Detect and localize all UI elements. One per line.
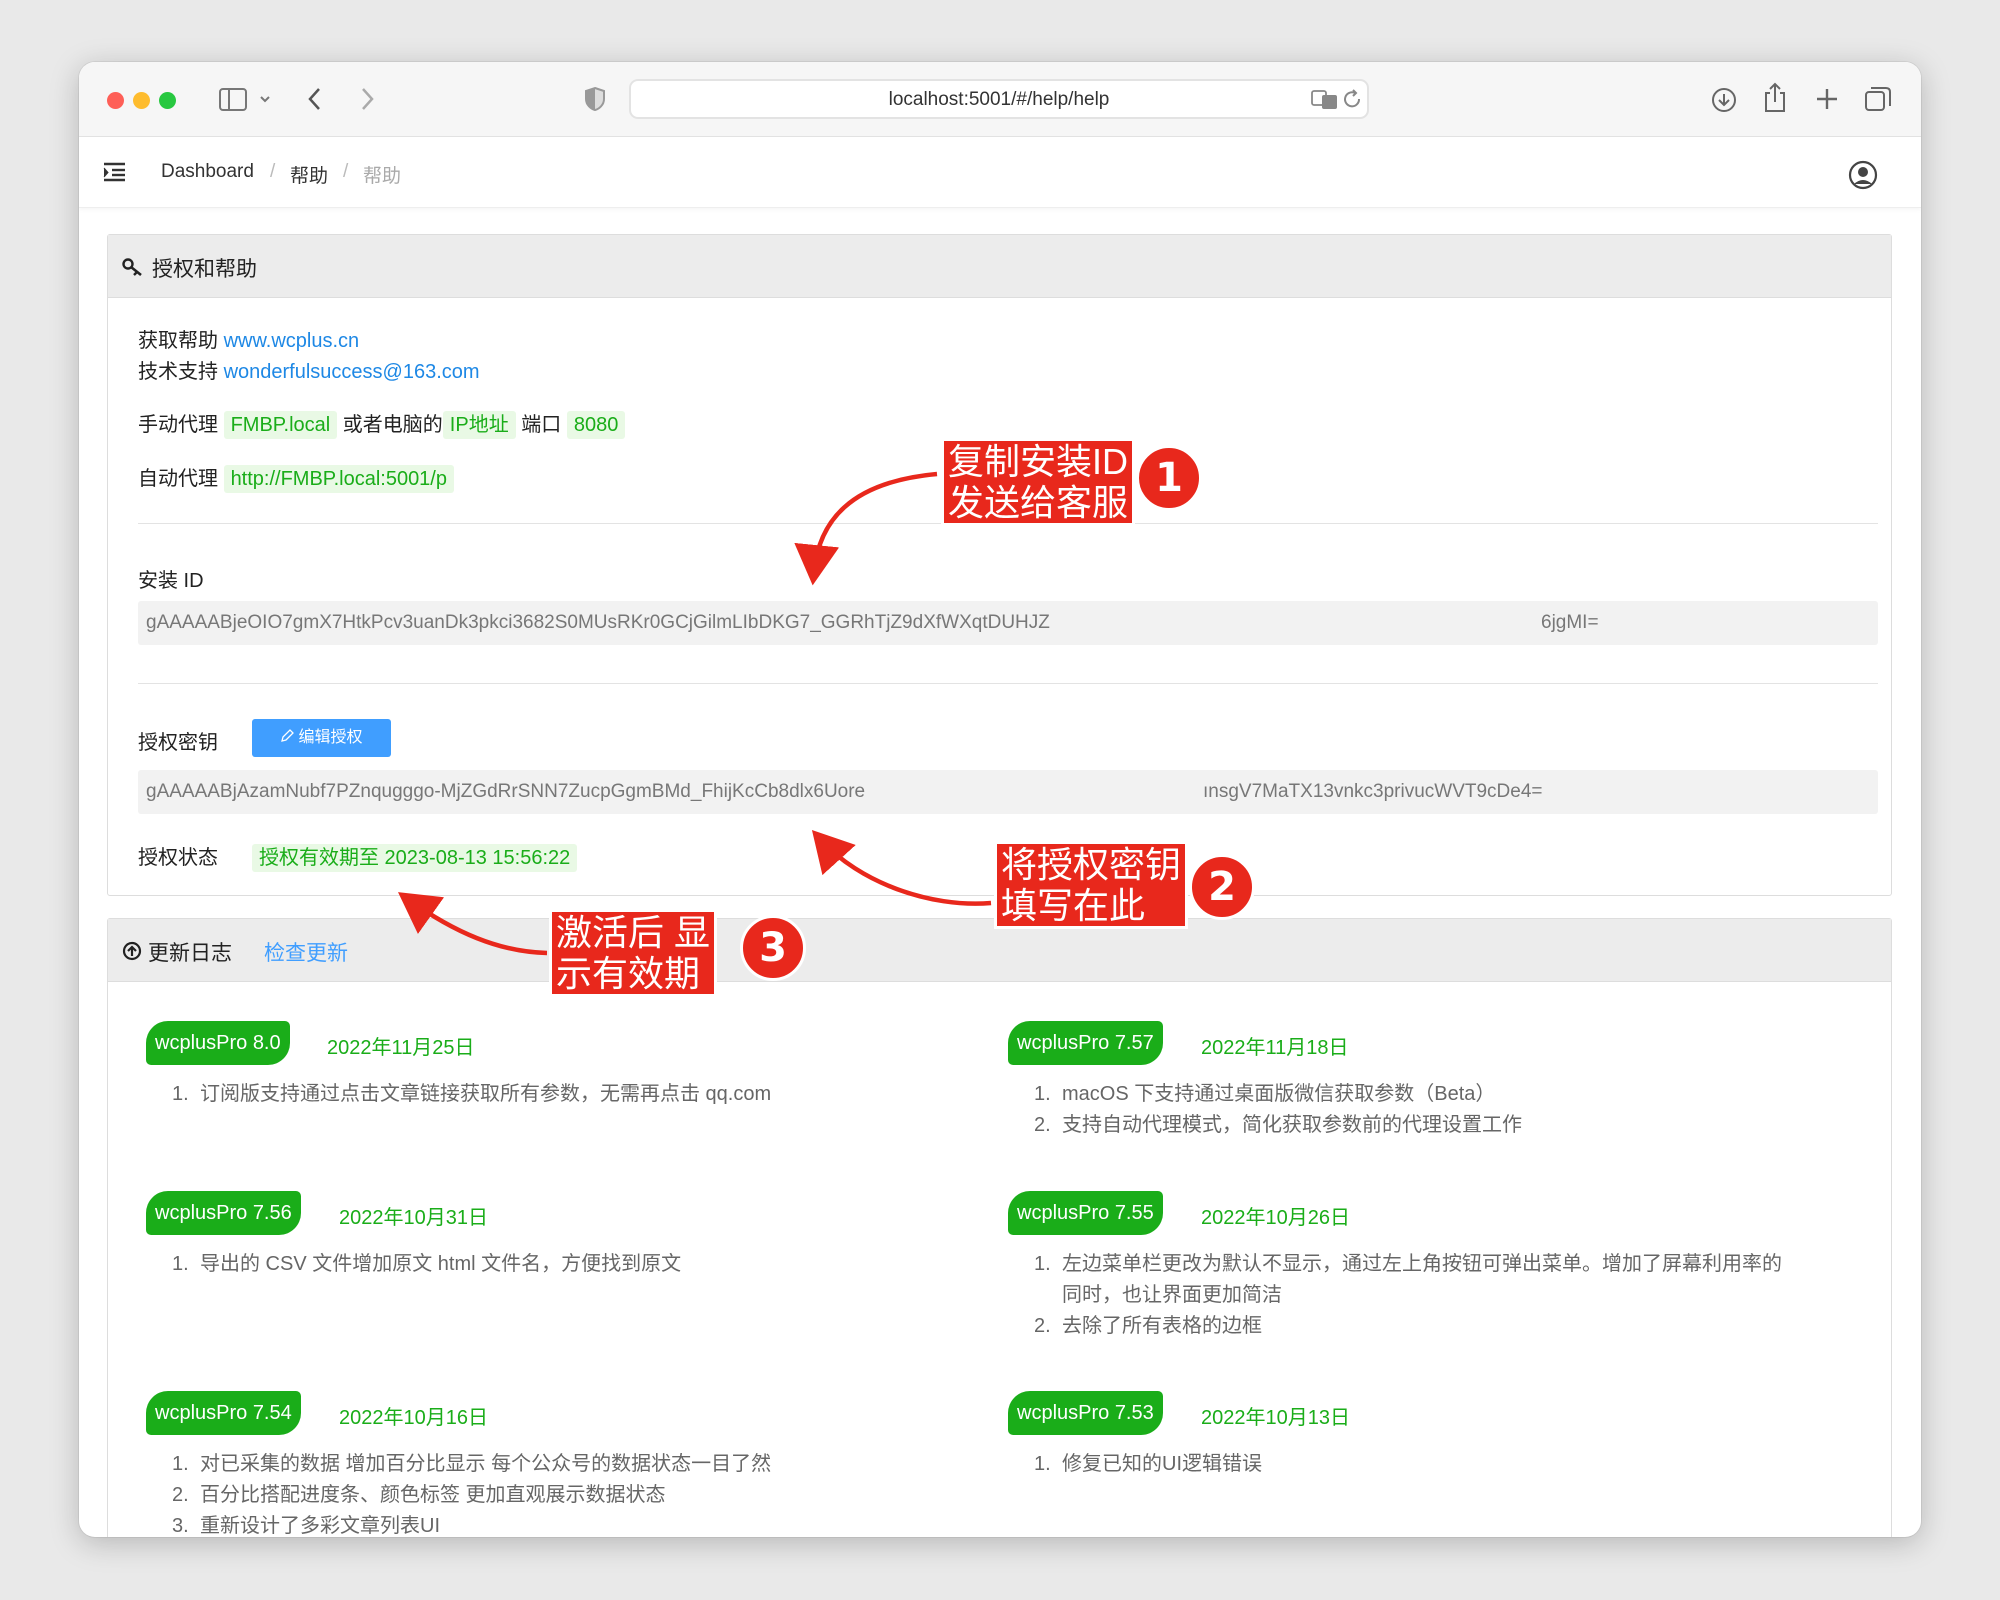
annotation-2-number: 2 — [1189, 854, 1255, 920]
annotation-1-label: 复制安装ID 发送给客服 — [941, 438, 1136, 526]
annotation-3-number: 3 — [740, 915, 806, 981]
arrow-2 — [811, 829, 992, 906]
arrow-3 — [397, 892, 548, 956]
annotation-1-number: 1 — [1136, 445, 1202, 511]
annotation-3-label: 激活后 显示有效期 — [549, 909, 718, 997]
arrow-1 — [794, 471, 938, 586]
annotation-arrows — [397, 471, 992, 956]
browser-window: localhost:5001/#/help/help Dashboard / 帮… — [79, 62, 1921, 1537]
annotation-2-label: 将授权密钥 填写在此 — [994, 841, 1189, 929]
